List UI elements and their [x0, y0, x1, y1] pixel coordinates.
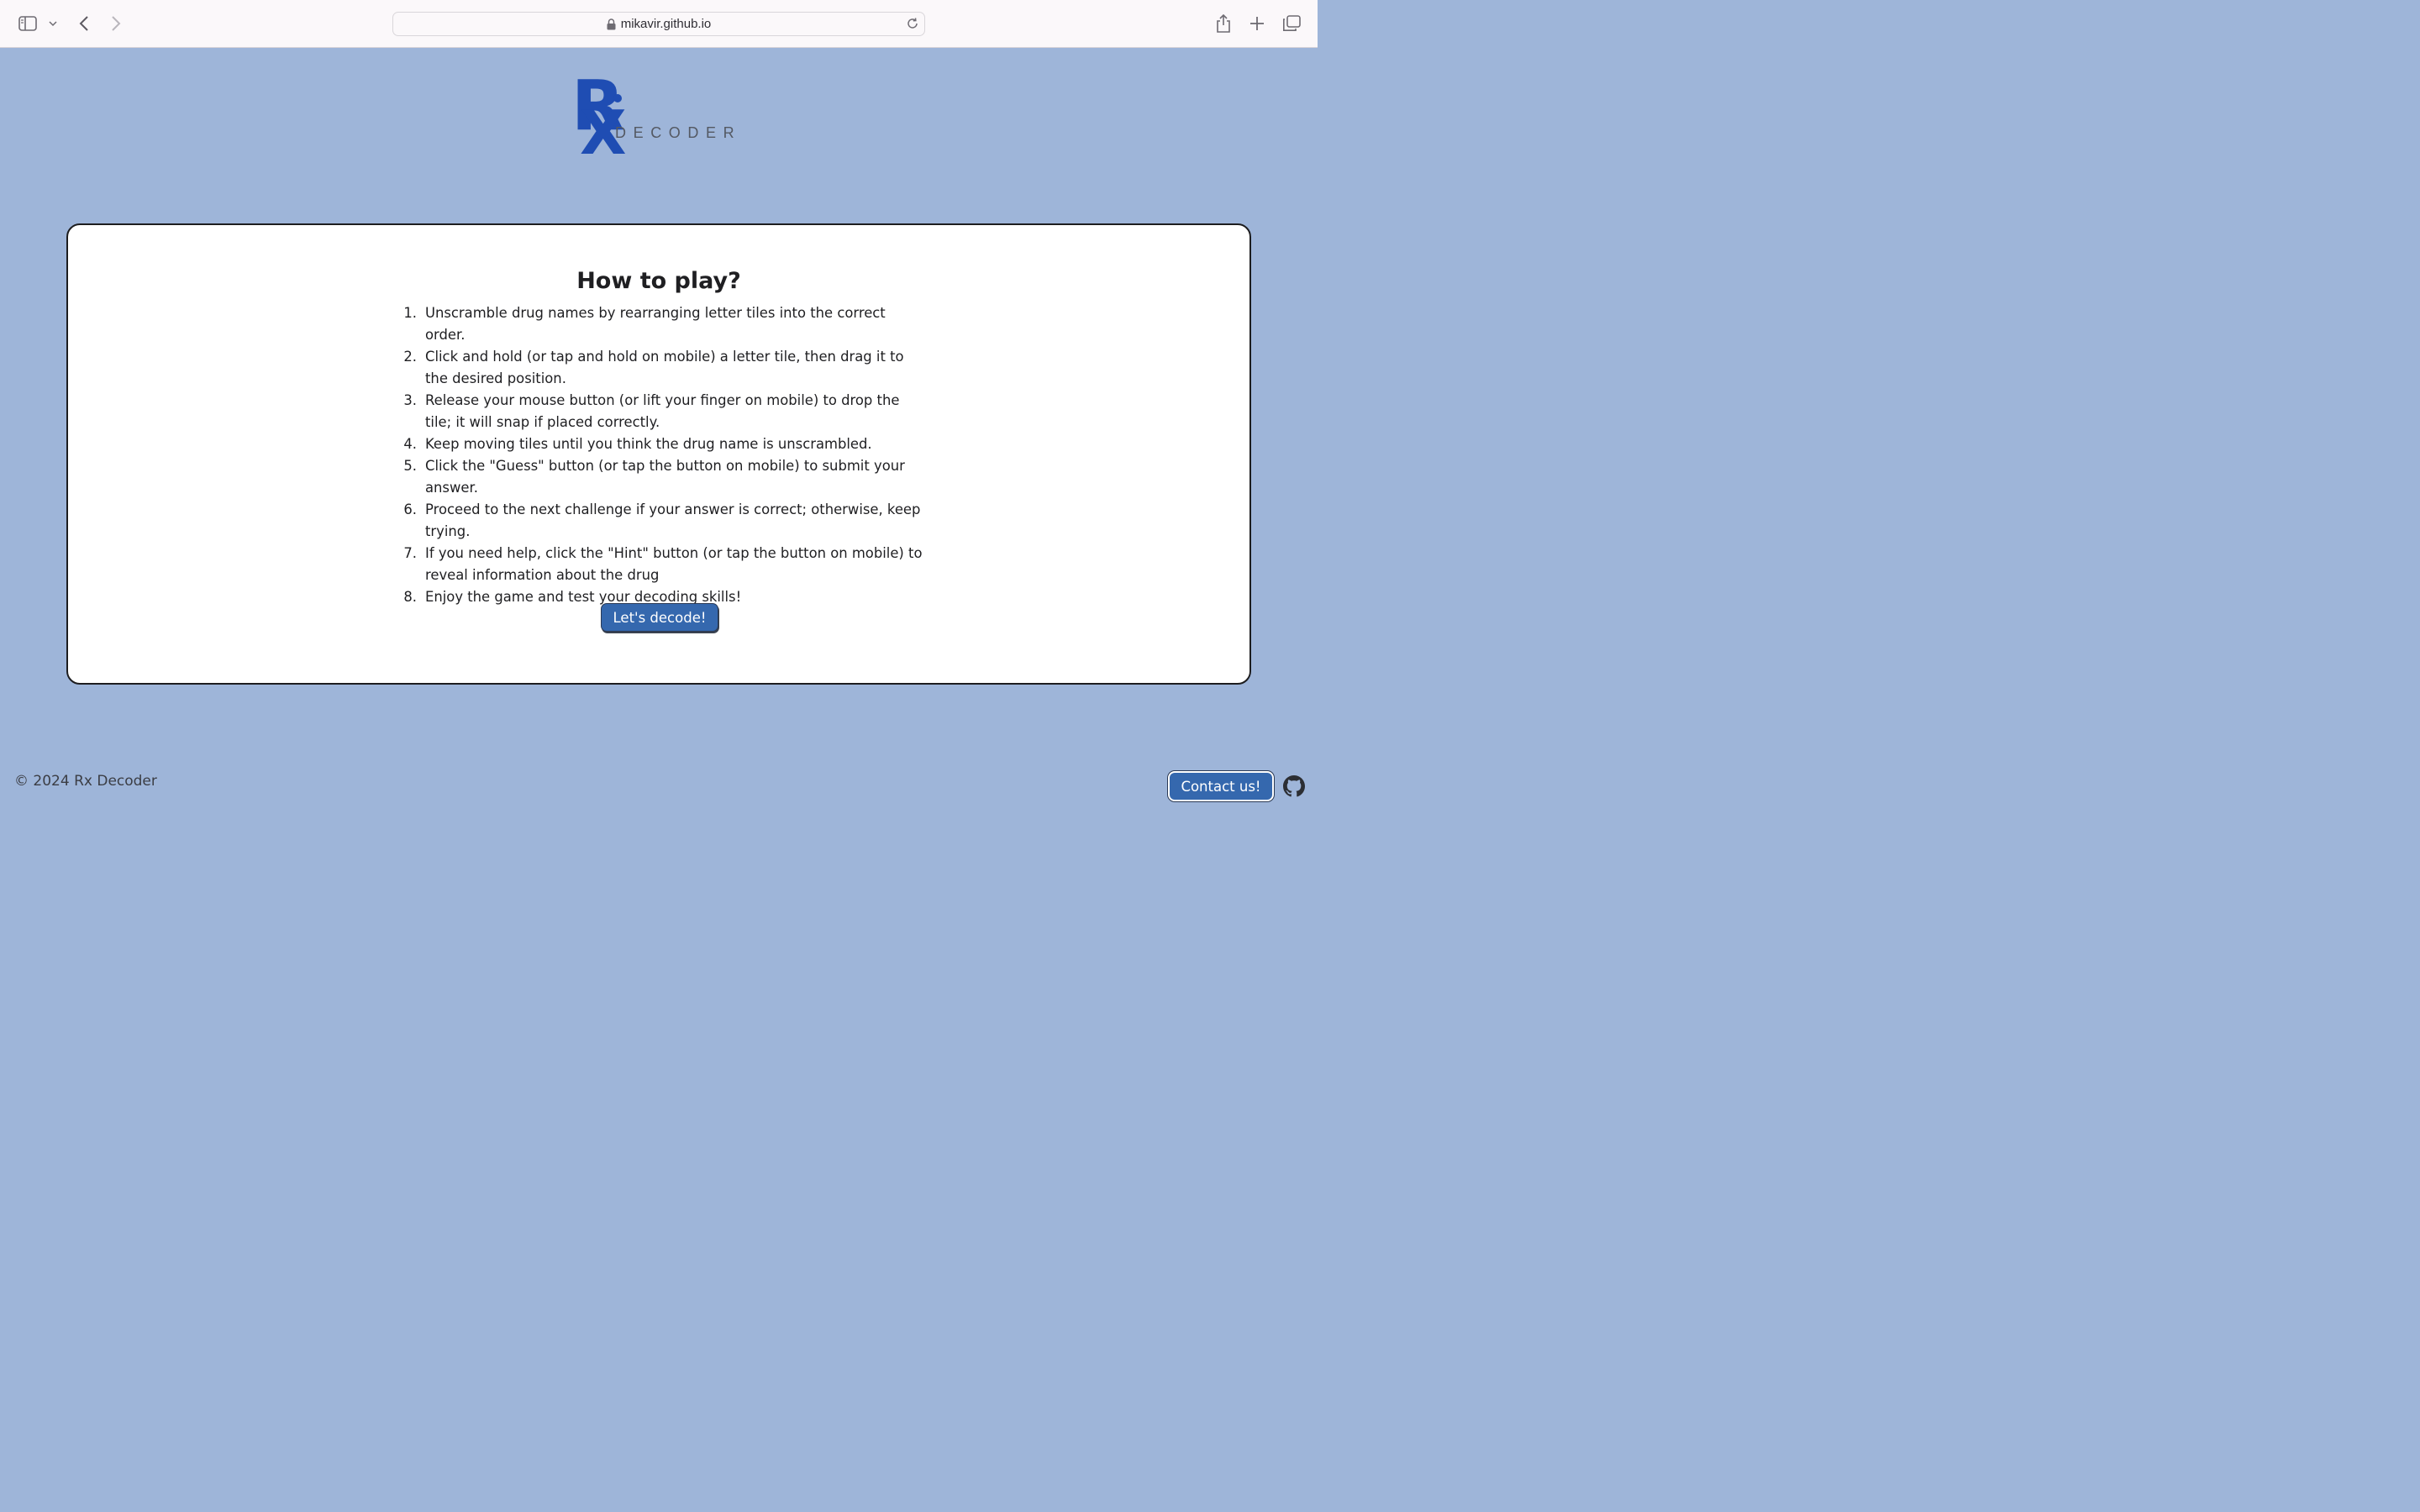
list-item: 7. If you need help, click the "Hint" but…	[402, 543, 928, 586]
list-item: 6. Proceed to the next challenge if your …	[402, 499, 928, 543]
url-text: mikavir.github.io	[620, 17, 712, 31]
step-number: 8.	[403, 589, 417, 605]
address-bar[interactable]: mikavir.github.io	[392, 12, 925, 36]
step-text: Unscramble drug names by rearranging let…	[425, 305, 886, 343]
rx-decoder-logo: R X DECODER	[571, 72, 750, 164]
list-item: 4. Keep moving tiles until you think the …	[402, 433, 928, 455]
reload-icon[interactable]	[906, 17, 919, 34]
forward-icon[interactable]	[108, 13, 124, 34]
step-text: Keep moving tiles until you think the dr…	[425, 436, 872, 452]
github-icon[interactable]	[1283, 775, 1305, 797]
chevron-down-icon[interactable]	[47, 17, 59, 30]
share-icon[interactable]	[1213, 12, 1234, 35]
step-text: Click and hold (or tap and hold on mobil…	[425, 349, 904, 386]
step-number: 2.	[403, 349, 417, 365]
step-number: 4.	[403, 436, 417, 452]
step-number: 7.	[403, 545, 417, 561]
step-text: If you need help, click the "Hint" butto…	[425, 545, 923, 583]
tab-overview-icon[interactable]	[1281, 13, 1302, 34]
list-item: 1. Unscramble drug names by rearranging l…	[402, 302, 928, 346]
browser-toolbar: mikavir.github.io	[0, 0, 1318, 48]
step-number: 6.	[403, 501, 417, 517]
step-number: 5.	[403, 458, 417, 474]
list-item: 2. Click and hold (or tap and hold on mob…	[402, 346, 928, 390]
logo-wordmark: DECODER	[615, 124, 742, 141]
back-icon[interactable]	[76, 13, 92, 34]
list-item: 5. Click the "Guess" button (or tap the b…	[402, 455, 928, 499]
logo-dot	[613, 94, 622, 102]
contact-us-button[interactable]: Contact us!	[1168, 771, 1274, 801]
instructions-list: 1. Unscramble drug names by rearranging l…	[402, 302, 928, 608]
sidebar-toggle-icon[interactable]	[17, 13, 39, 34]
new-tab-icon[interactable]	[1247, 13, 1267, 34]
footer-copyright: © 2024 Rx Decoder	[14, 773, 157, 790]
page-title: How to play?	[576, 268, 741, 294]
lets-decode-button[interactable]: Let's decode!	[601, 603, 718, 632]
list-item: 3. Release your mouse button (or lift you…	[402, 390, 928, 433]
step-text: Release your mouse button (or lift your …	[425, 392, 900, 430]
step-text: Proceed to the next challenge if your an…	[425, 501, 921, 539]
step-number: 1.	[403, 305, 417, 321]
lock-icon	[607, 18, 616, 30]
step-number: 3.	[403, 392, 417, 408]
step-text: Click the "Guess" button (or tap the but…	[425, 458, 905, 496]
